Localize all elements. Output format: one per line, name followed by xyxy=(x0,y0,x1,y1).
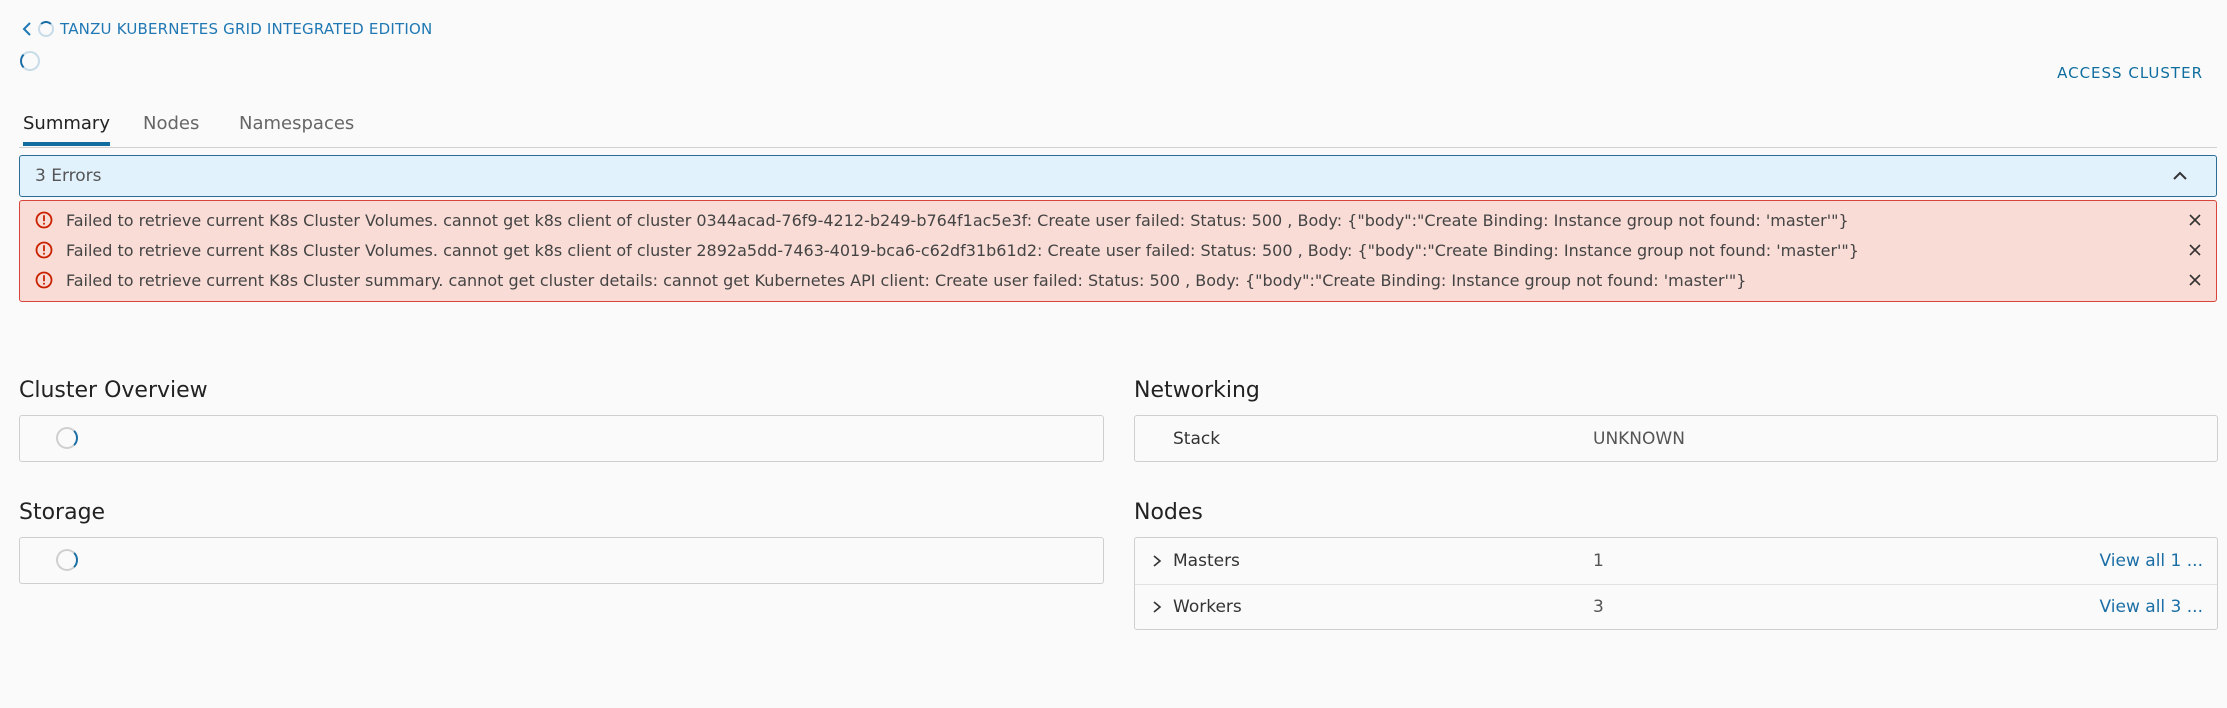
tab-bar: Summary Nodes Namespaces xyxy=(19,113,2217,148)
storage-card xyxy=(19,537,1104,584)
tab-namespaces[interactable]: Namespaces xyxy=(239,113,354,142)
networking-key: Stack xyxy=(1173,429,1221,449)
error-summary-bar[interactable]: 3 Errors xyxy=(19,155,2217,197)
nodes-title: Nodes xyxy=(1134,500,1203,525)
nodes-count: 3 xyxy=(1593,597,1604,617)
chevron-left-icon[interactable] xyxy=(22,21,32,37)
cluster-overview-title: Cluster Overview xyxy=(19,378,208,403)
error-message: Failed to retrieve current K8s Cluster V… xyxy=(66,240,1859,260)
nodes-key: Masters xyxy=(1173,551,1240,571)
nodes-card: Masters 1 View all 1 ... Workers 3 View … xyxy=(1134,537,2218,630)
page-title-loading-icon xyxy=(20,51,40,71)
networking-row: Stack UNKNOWN xyxy=(1135,416,2217,462)
tab-summary[interactable]: Summary xyxy=(23,113,110,146)
chevron-right-icon[interactable] xyxy=(1151,554,1163,568)
loading-spinner-icon xyxy=(56,427,78,449)
error-alert-item: Failed to retrieve current K8s Cluster V… xyxy=(20,205,2216,235)
close-icon[interactable] xyxy=(2188,213,2202,227)
storage-title: Storage xyxy=(19,500,106,525)
cluster-overview-card xyxy=(19,415,1104,462)
error-icon xyxy=(35,271,53,289)
error-message: Failed to retrieve current K8s Cluster V… xyxy=(66,210,1849,230)
error-icon xyxy=(35,211,53,229)
nodes-row-masters[interactable]: Masters 1 View all 1 ... xyxy=(1135,538,2217,584)
error-alert-item: Failed to retrieve current K8s Cluster s… xyxy=(20,265,2216,295)
breadcrumb-label[interactable]: TANZU KUBERNETES GRID INTEGRATED EDITION xyxy=(60,20,432,38)
chevron-right-icon[interactable] xyxy=(1151,600,1163,614)
networking-card: Stack UNKNOWN xyxy=(1134,415,2218,462)
tab-nodes[interactable]: Nodes xyxy=(143,113,199,142)
nodes-row-workers[interactable]: Workers 3 View all 3 ... xyxy=(1135,584,2217,630)
view-all-workers-link[interactable]: View all 3 ... xyxy=(2100,597,2203,617)
error-alert-list: Failed to retrieve current K8s Cluster V… xyxy=(19,200,2217,302)
access-cluster-button[interactable]: ACCESS CLUSTER xyxy=(2057,64,2203,82)
error-alert-item: Failed to retrieve current K8s Cluster V… xyxy=(20,235,2216,265)
loading-spinner-icon xyxy=(38,21,54,37)
networking-title: Networking xyxy=(1134,378,1260,403)
chevron-up-icon[interactable] xyxy=(2172,168,2188,184)
breadcrumb[interactable]: TANZU KUBERNETES GRID INTEGRATED EDITION xyxy=(22,20,432,38)
close-icon[interactable] xyxy=(2188,243,2202,257)
nodes-count: 1 xyxy=(1593,551,1604,571)
error-icon xyxy=(35,241,53,259)
error-message: Failed to retrieve current K8s Cluster s… xyxy=(66,270,1747,290)
close-icon[interactable] xyxy=(2188,273,2202,287)
nodes-key: Workers xyxy=(1173,597,1242,617)
networking-value: UNKNOWN xyxy=(1593,429,1685,449)
loading-spinner-icon xyxy=(56,549,78,571)
error-count-label: 3 Errors xyxy=(35,166,102,186)
view-all-masters-link[interactable]: View all 1 ... xyxy=(2100,551,2203,571)
